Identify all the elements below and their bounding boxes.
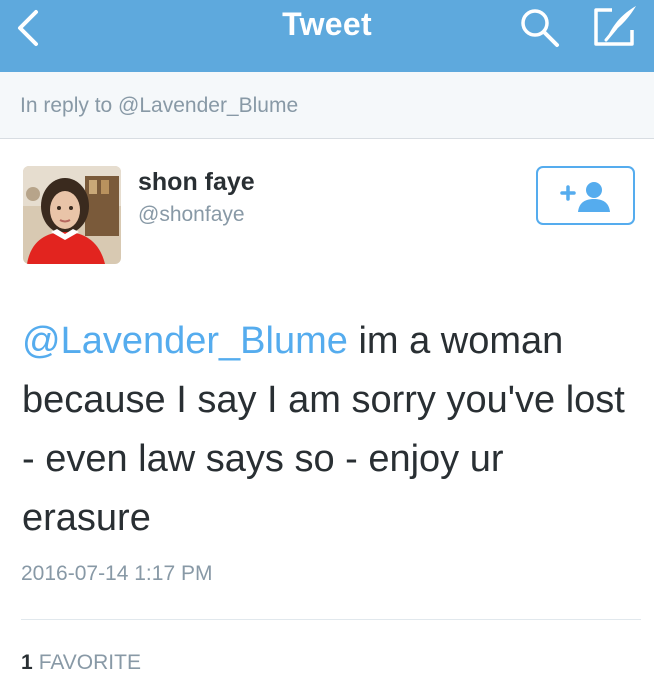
avatar-image	[23, 166, 121, 264]
tweet-mention-link[interactable]: @Lavender_Blume	[22, 320, 348, 362]
favorites-label: FAVORITE	[38, 651, 141, 674]
nav-bar: Tweet	[0, 0, 654, 72]
tweet-text: @Lavender_Blume im a woman because I say…	[22, 312, 634, 548]
follow-button[interactable]	[536, 166, 635, 225]
divider	[21, 619, 641, 620]
add-user-icon	[560, 182, 610, 212]
avatar[interactable]	[23, 166, 121, 264]
favorites-stat[interactable]: 1 FAVORITE	[21, 651, 141, 675]
tweet-detail-screen: Tweet In reply to @Lavender_Blume shon f…	[0, 0, 654, 690]
compose-icon	[594, 6, 636, 46]
compose-button[interactable]	[590, 4, 640, 50]
reply-context-text: In reply to @Lavender_Blume	[20, 94, 299, 117]
author-handle[interactable]: @shonfaye	[138, 203, 245, 227]
reply-context-bar[interactable]: In reply to @Lavender_Blume	[0, 72, 654, 139]
search-icon	[521, 9, 559, 47]
author-display-name[interactable]: shon faye	[138, 168, 255, 197]
tweet-timestamp: 2016-07-14 1:17 PM	[21, 562, 213, 585]
favorites-count: 1	[21, 651, 33, 674]
search-button[interactable]	[518, 6, 562, 50]
